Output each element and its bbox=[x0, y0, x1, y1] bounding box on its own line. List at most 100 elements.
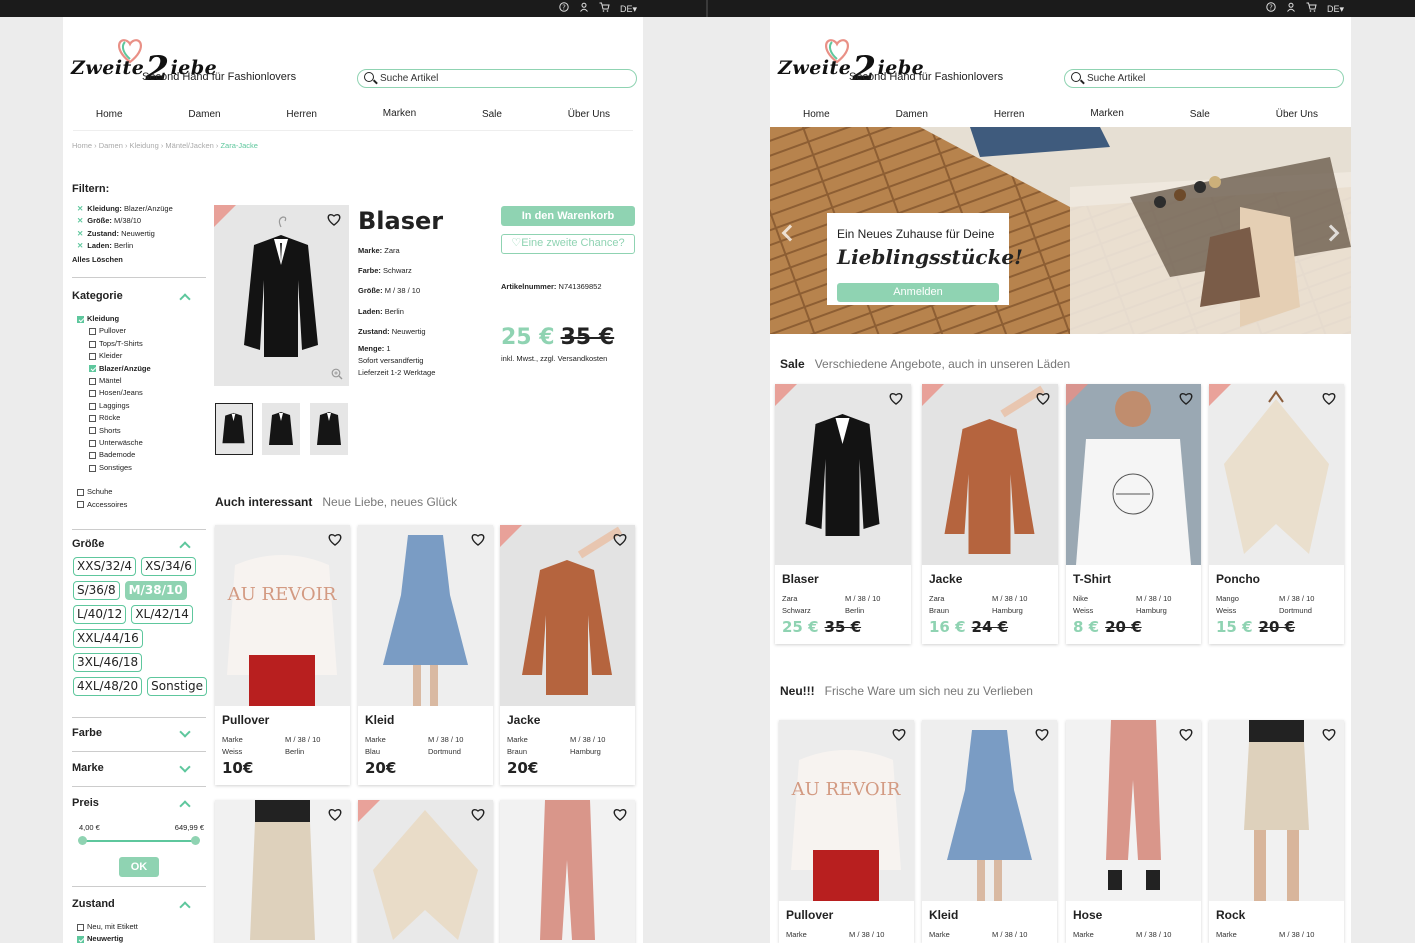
language-select[interactable]: DE▾ bbox=[620, 3, 637, 15]
clear-all-link[interactable]: Alles Löschen bbox=[72, 255, 123, 264]
breadcrumb-item[interactable]: Kleidung bbox=[130, 141, 159, 150]
heart-icon[interactable] bbox=[328, 533, 342, 546]
sale-card[interactable]: T-Shirt Nike Weiss M / 38 / 10 Hamburg 8 €… bbox=[1066, 384, 1201, 644]
breadcrumb-item[interactable]: Damen bbox=[99, 141, 123, 150]
breadcrumb-item[interactable]: Home bbox=[72, 141, 92, 150]
product-card[interactable]: Jacke Marke Braun M / 38 / 10 Hamburg 20€ bbox=[500, 525, 635, 785]
nav-sale[interactable]: Sale bbox=[478, 107, 506, 122]
heart-icon[interactable] bbox=[892, 728, 906, 741]
checkbox-new-tag[interactable]: Neu, mit Etikett bbox=[77, 921, 138, 933]
help-icon[interactable]: ? bbox=[559, 2, 569, 15]
nav-ueber-uns[interactable]: Über Uns bbox=[1272, 107, 1322, 122]
user-icon[interactable] bbox=[1286, 2, 1296, 15]
heart-icon[interactable] bbox=[1036, 392, 1050, 405]
heart-icon[interactable] bbox=[328, 808, 342, 821]
color-title[interactable]: Farbe bbox=[72, 727, 102, 739]
search-input[interactable]: Suche Artikel bbox=[1064, 69, 1344, 88]
nav-home[interactable]: Home bbox=[92, 107, 127, 122]
heart-icon[interactable] bbox=[327, 213, 341, 226]
price-slider[interactable] bbox=[78, 836, 200, 845]
nav-herren[interactable]: Herren bbox=[990, 107, 1029, 122]
checkbox-hosen[interactable]: Hosen/Jeans bbox=[89, 387, 151, 399]
size-chip[interactable]: 3XL/46/18 bbox=[73, 653, 143, 672]
checkbox-roecke[interactable]: Röcke bbox=[89, 412, 151, 424]
breadcrumb-item[interactable]: Mäntel/Jacken bbox=[165, 141, 213, 150]
new-card[interactable]: Hose Marke M / 38 / 10 bbox=[1066, 720, 1201, 943]
user-icon[interactable] bbox=[579, 2, 589, 15]
checkbox-kleidung[interactable]: Kleidung bbox=[77, 313, 151, 325]
checkbox-neuwertig[interactable]: Neuwertig bbox=[77, 933, 138, 943]
heart-icon[interactable] bbox=[613, 533, 627, 546]
chevron-up-icon[interactable] bbox=[179, 293, 191, 305]
heart-icon[interactable] bbox=[471, 533, 485, 546]
size-chip-selected[interactable]: M/38/10 bbox=[124, 581, 187, 600]
size-chip[interactable]: Sonstige bbox=[147, 677, 208, 696]
zoom-icon[interactable] bbox=[331, 368, 343, 380]
nav-sale[interactable]: Sale bbox=[1186, 107, 1214, 122]
language-select[interactable]: DE▾ bbox=[1327, 3, 1344, 15]
search-input[interactable]: Suche Artikel bbox=[357, 69, 637, 88]
checkbox-maentel[interactable]: Mäntel bbox=[89, 375, 151, 387]
chevron-down-icon[interactable] bbox=[179, 761, 191, 773]
checkbox-laggings[interactable]: Laggings bbox=[89, 400, 151, 412]
nav-marken[interactable]: Marken bbox=[379, 106, 420, 121]
active-filter[interactable]: ✕ Laden: Berlin bbox=[77, 240, 173, 252]
second-chance-button[interactable]: ♡Eine zweite Chance? bbox=[501, 234, 635, 254]
cart-icon[interactable] bbox=[1306, 2, 1317, 15]
nav-home[interactable]: Home bbox=[799, 107, 834, 122]
chevron-up-icon[interactable] bbox=[179, 901, 191, 913]
sale-card[interactable]: Blaser Zara Schwarz M / 38 / 10 Berlin 25 … bbox=[775, 384, 911, 644]
product-card[interactable] bbox=[358, 800, 493, 943]
login-button[interactable]: Anmelden bbox=[837, 283, 999, 302]
chevron-down-icon[interactable] bbox=[179, 726, 191, 738]
nav-herren[interactable]: Herren bbox=[282, 107, 321, 122]
product-card[interactable] bbox=[215, 800, 350, 943]
heart-icon[interactable] bbox=[1035, 728, 1049, 741]
condition-title[interactable]: Zustand bbox=[72, 898, 115, 910]
nav-marken[interactable]: Marken bbox=[1086, 106, 1127, 121]
brand-title[interactable]: Marke bbox=[72, 762, 104, 774]
product-main-image[interactable] bbox=[214, 205, 349, 386]
heart-icon[interactable] bbox=[889, 392, 903, 405]
nav-damen[interactable]: Damen bbox=[892, 107, 932, 122]
size-chip[interactable]: 4XL/48/20 bbox=[73, 677, 143, 696]
category-title[interactable]: Kategorie bbox=[72, 290, 123, 302]
chevron-up-icon[interactable] bbox=[179, 800, 191, 812]
cart-icon[interactable] bbox=[599, 2, 610, 15]
size-title[interactable]: Größe bbox=[72, 538, 104, 550]
sale-card[interactable]: Jacke Zara Braun M / 38 / 10 Hamburg 16 €2… bbox=[922, 384, 1058, 644]
size-chip[interactable]: XXL/44/16 bbox=[73, 629, 143, 648]
checkbox-tops[interactable]: Tops/T-Shirts bbox=[89, 338, 151, 350]
product-thumbnail[interactable] bbox=[215, 403, 253, 455]
product-thumbnail[interactable] bbox=[262, 403, 300, 455]
price-title[interactable]: Preis bbox=[72, 797, 99, 809]
product-card[interactable]: Kleid Marke Blau M / 38 / 10 Dortmund 20€ bbox=[358, 525, 493, 785]
product-thumbnail[interactable] bbox=[310, 403, 348, 455]
product-card[interactable]: AU REVOIR Pullover Marke Weiss M / 38 / 1… bbox=[215, 525, 350, 785]
product-card[interactable] bbox=[500, 800, 635, 943]
active-filter[interactable]: ✕ Größe: M/38/10 bbox=[77, 215, 173, 227]
new-card[interactable]: AU REVOIR Pullover Marke M / 38 / 10 bbox=[779, 720, 914, 943]
size-chip[interactable]: XXS/32/4 bbox=[73, 557, 137, 576]
active-filter[interactable]: ✕ Kleidung: Blazer/Anzüge bbox=[77, 203, 173, 215]
size-chip[interactable]: S/36/8 bbox=[73, 581, 120, 600]
size-chip[interactable]: L/40/12 bbox=[73, 605, 127, 624]
heart-icon[interactable] bbox=[1322, 392, 1336, 405]
heart-icon[interactable] bbox=[1179, 728, 1193, 741]
checkbox-blazer[interactable]: Blazer/Anzüge bbox=[89, 363, 151, 375]
checkbox-accessoires[interactable]: Accessoires bbox=[77, 499, 151, 511]
checkbox-unterwaesche[interactable]: Unterwäsche bbox=[89, 437, 151, 449]
checkbox-kleider[interactable]: Kleider bbox=[89, 350, 151, 362]
slider-handle-min[interactable] bbox=[78, 836, 87, 845]
sale-card[interactable]: Poncho Mango Weiss M / 38 / 10 Dortmund 15… bbox=[1209, 384, 1344, 644]
checkbox-sonstiges[interactable]: Sonstiges bbox=[89, 462, 151, 474]
heart-icon[interactable] bbox=[1322, 728, 1336, 741]
add-to-cart-button[interactable]: In den Warenkorb bbox=[501, 206, 635, 226]
heart-icon[interactable] bbox=[471, 808, 485, 821]
help-icon[interactable]: ? bbox=[1266, 2, 1276, 15]
new-card[interactable]: Kleid Marke M / 38 / 10 bbox=[922, 720, 1057, 943]
heart-icon[interactable] bbox=[613, 808, 627, 821]
checkbox-shorts[interactable]: Shorts bbox=[89, 425, 151, 437]
checkbox-bademode[interactable]: Bademode bbox=[89, 449, 151, 461]
slider-handle-max[interactable] bbox=[191, 836, 200, 845]
